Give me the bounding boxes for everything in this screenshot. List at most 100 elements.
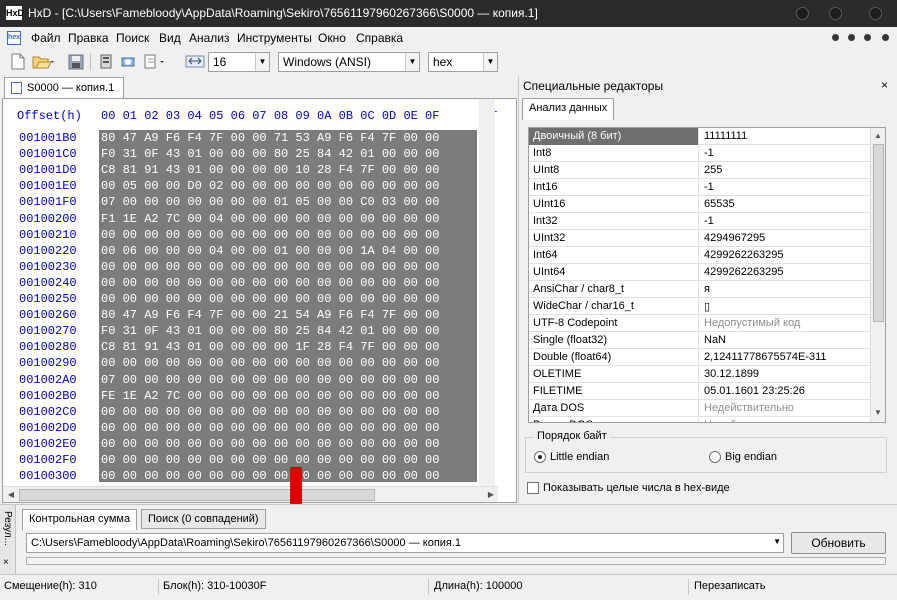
document-menu-icon[interactable]: hex (7, 31, 21, 45)
menu-tools[interactable]: Инструменты (237, 31, 312, 45)
inspector-value[interactable]: 4294967295 (700, 230, 870, 247)
scroll-right-icon[interactable]: ▶ (484, 488, 498, 502)
maximize-button[interactable] (829, 7, 842, 20)
hex-bytes-row[interactable]: 80 47 A9 F6 F4 7F 00 00 21 54 A9 F6 F4 7… (101, 307, 439, 323)
menu-edit[interactable]: Правка (68, 31, 109, 45)
inspector-row[interactable]: Дата DOS Недействительно (529, 400, 870, 417)
scroll-left-icon[interactable]: ◀ (4, 488, 18, 502)
hex-vertical-scrollbar[interactable] (479, 99, 495, 486)
inspector-row[interactable]: UInt64 4299262263295 (529, 264, 870, 281)
hex-bytes-row[interactable]: 00 06 00 00 00 04 00 00 01 00 00 00 1A 0… (101, 243, 439, 259)
mdi-extra-button[interactable] (882, 34, 889, 41)
mode-select[interactable]: hex ▼ (428, 52, 498, 72)
menu-help[interactable]: Справка (356, 31, 403, 45)
open-file-icon[interactable] (32, 53, 56, 70)
hex-bytes-row[interactable]: FE 1E A2 7C 00 00 00 00 00 00 00 00 00 0… (101, 388, 439, 404)
inspector-value[interactable]: 05.01.1601 23:25:26 (700, 383, 870, 400)
document-tab[interactable]: S0000 — копия.1 (4, 77, 124, 98)
hex-bytes-row[interactable]: 00 00 00 00 00 00 00 00 00 00 00 00 00 0… (101, 259, 439, 275)
menu-file[interactable]: Файл (31, 31, 61, 45)
inspector-value[interactable]: я (700, 281, 870, 298)
hex-bytes-row[interactable]: C8 81 91 43 01 00 00 00 00 10 28 F4 7F 0… (101, 162, 439, 178)
hex-bytes-row[interactable]: 00 00 00 00 00 00 00 00 00 00 00 00 00 0… (101, 227, 439, 243)
tab-search-results[interactable]: Поиск (0 совпадений) (141, 509, 266, 529)
inspector-value[interactable]: 4299262263295 (700, 247, 870, 264)
mdi-minimize-button[interactable] (832, 34, 839, 41)
save-icon[interactable] (68, 53, 84, 70)
hex-integers-label[interactable]: Показывать целые числа в hex-виде (543, 482, 730, 494)
hex-bytes-row[interactable]: 00 00 00 00 00 00 00 00 00 00 00 00 00 0… (101, 275, 439, 291)
new-file-icon[interactable] (10, 53, 26, 70)
bytes-per-row-select[interactable]: 16 ▼ (208, 52, 270, 72)
inspector-row[interactable]: Двоичный (8 бит) 11111111 (529, 128, 870, 145)
close-button[interactable] (869, 7, 882, 20)
inspector-row[interactable]: WideChar / char16_t ▯ (529, 298, 870, 315)
hex-bytes-row[interactable]: 00 00 00 00 00 00 00 00 00 00 00 00 00 0… (101, 355, 439, 371)
little-endian-label[interactable]: Little endian (550, 451, 609, 463)
tab-data-inspector[interactable]: Анализ данных (522, 98, 615, 120)
close-icon[interactable]: × (3, 557, 9, 568)
hex-bytes-row[interactable]: 00 00 00 00 00 00 00 00 00 00 00 00 00 0… (101, 404, 439, 420)
inspector-row[interactable]: UTF-8 Codepoint Недопустимый код (529, 315, 870, 332)
menu-window[interactable]: Окно (318, 31, 346, 45)
hex-bytes-row[interactable]: 07 00 00 00 00 00 00 00 01 05 00 00 C0 0… (101, 194, 439, 210)
scroll-up-icon[interactable]: ▲ (871, 129, 885, 143)
inspector-row[interactable]: UInt8 255 (529, 162, 870, 179)
inspector-row[interactable]: FILETIME 05.01.1601 23:25:26 (529, 383, 870, 400)
hex-editor[interactable]: Offset(h) 00 01 02 03 04 05 06 07 08 09 … (2, 98, 517, 600)
inspector-value[interactable]: ▯ (700, 298, 870, 315)
inspector-row[interactable]: Int16 -1 (529, 179, 870, 196)
scroll-thumb[interactable] (19, 489, 375, 501)
minimize-button[interactable] (796, 7, 809, 20)
file-path-select[interactable]: C:\Users\Famebloody\AppData\Roaming\Seki… (26, 533, 784, 553)
inspector-value[interactable]: -1 (700, 179, 870, 196)
hex-bytes-row[interactable]: 07 00 00 00 00 00 00 00 00 00 00 00 00 0… (101, 372, 439, 388)
tab-checksum[interactable]: Контрольная сумма (22, 509, 138, 530)
hex-bytes-row[interactable]: 00 00 00 00 00 00 00 00 00 00 00 00 00 0… (101, 291, 439, 307)
compare-icon[interactable] (143, 53, 167, 70)
inspector-row[interactable]: Int8 -1 (529, 145, 870, 162)
little-endian-radio[interactable] (534, 451, 546, 463)
hex-bytes-row[interactable]: 80 47 A9 F6 F4 7F 00 00 71 53 A9 F6 F4 7… (101, 130, 439, 146)
scroll-thumb[interactable] (873, 144, 884, 322)
inspector-value[interactable]: 4299262263295 (700, 264, 870, 281)
inspector-value[interactable]: Недействительно (700, 400, 870, 417)
inspector-value[interactable]: 2,12411778675574E-311 (700, 349, 870, 366)
charset-select[interactable]: Windows (ANSI) ▼ (278, 52, 420, 72)
close-icon[interactable]: × (881, 78, 888, 92)
menu-search[interactable]: Поиск (116, 31, 149, 45)
scroll-down-icon[interactable]: ▼ (871, 406, 885, 420)
inspector-row[interactable]: Int32 -1 (529, 213, 870, 230)
refresh-button[interactable]: Обновить (791, 532, 886, 554)
hex-horizontal-scrollbar[interactable]: ◀ ▶ (3, 486, 498, 502)
inspector-value[interactable]: Недействительно (700, 417, 870, 422)
hex-bytes-row[interactable]: 00 00 00 00 00 00 00 00 00 00 00 00 00 0… (101, 436, 439, 452)
data-inspector-table[interactable]: Двоичный (8 бит) 11111111 Int8 -1 UInt8 255 In… (528, 127, 886, 423)
inspector-value[interactable]: 65535 (700, 196, 870, 213)
big-endian-label[interactable]: Big endian (725, 451, 777, 463)
hex-bytes-row[interactable]: 00 00 00 00 00 00 00 00 00 00 00 00 00 0… (101, 452, 439, 468)
inspector-value[interactable]: 30.12.1899 (700, 366, 870, 383)
inspector-row[interactable]: UInt16 65535 (529, 196, 870, 213)
inspector-row[interactable]: Single (float32) NaN (529, 332, 870, 349)
inspector-value[interactable]: 255 (700, 162, 870, 179)
inspector-value[interactable]: -1 (700, 145, 870, 162)
hex-bytes-row[interactable]: 00 05 00 00 D0 02 00 00 00 00 00 00 00 0… (101, 178, 439, 194)
results-side-tab[interactable]: Резул... × (0, 505, 16, 575)
mdi-close-button[interactable] (864, 34, 871, 41)
inspector-value[interactable]: NaN (700, 332, 870, 349)
inspector-row[interactable]: OLETIME 30.12.1899 (529, 366, 870, 383)
hex-bytes-row[interactable]: 00 00 00 00 00 00 00 00 00 00 00 00 00 0… (101, 420, 439, 436)
disk-icon[interactable] (98, 53, 114, 70)
hex-bytes-row[interactable]: F1 1E A2 7C 00 04 00 00 00 00 00 00 00 0… (101, 211, 439, 227)
menu-analysis[interactable]: Анализ (189, 31, 230, 45)
inspector-value[interactable]: 11111111 (700, 128, 870, 145)
ram-icon[interactable] (120, 53, 136, 70)
hex-bytes-row[interactable]: 00 00 00 00 00 00 00 00 00 00 00 00 00 0… (101, 468, 439, 484)
inspector-row[interactable]: UInt32 4294967295 (529, 230, 870, 247)
hex-bytes-row[interactable]: F0 31 0F 43 01 00 00 00 80 25 84 42 01 0… (101, 323, 439, 339)
inspector-row[interactable]: Double (float64) 2,12411778675574E-311 (529, 349, 870, 366)
inspector-row[interactable]: Int64 4299262263295 (529, 247, 870, 264)
hex-bytes-row[interactable]: F0 31 0F 43 01 00 00 00 80 25 84 42 01 0… (101, 146, 439, 162)
inspector-row[interactable]: AnsiChar / char8_t я (529, 281, 870, 298)
